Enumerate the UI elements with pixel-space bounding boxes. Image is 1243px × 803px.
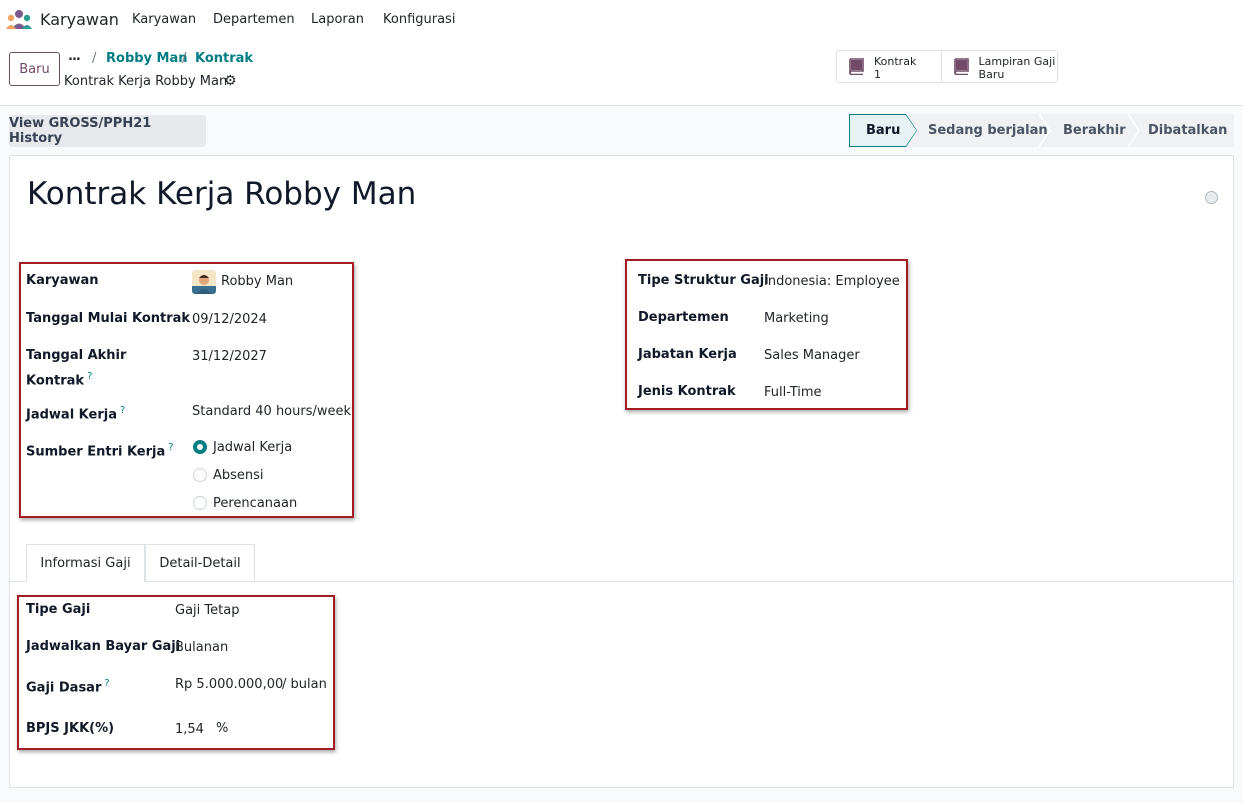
radio-label-perencanaan[interactable]: Perencanaan [213,493,297,514]
schedule-label: Jadwal Kerja? [26,405,126,423]
nav-item-laporan[interactable]: Laporan [311,12,364,27]
help-icon[interactable]: ? [87,371,92,382]
job-position-value[interactable]: Sales Manager [764,345,860,366]
bpjs-jkk-label: BPJS JKK(%) [26,721,115,736]
payslips-smart-button[interactable]: Lampiran Gaji Baru [940,51,1057,82]
start-date-value[interactable]: 09/12/2024 [192,309,267,330]
radio-label-jadwal-kerja[interactable]: Jadwal Kerja [213,437,292,458]
control-panel: Baru ... / Robby Man / Kontrak Kontrak K… [0,40,1243,106]
help-icon[interactable]: ? [120,405,125,416]
new-button[interactable]: Baru [9,52,60,86]
stage-sedang-berjalan[interactable]: Sedang berjalan [928,114,1048,147]
radio-perencanaan[interactable] [193,496,207,510]
job-position-label: Jabatan Kerja [638,347,737,362]
nav-item-departemen[interactable]: Departemen [213,12,295,27]
wage-type-label: Tipe Gaji [26,602,91,617]
breadcrumb-separator: / [182,51,187,66]
tab-detail-detail[interactable]: Detail-Detail [145,544,255,582]
smart-buttons: Kontrak 1 Lampiran Gaji Baru [836,50,1058,83]
top-navbar: Karyawan Karyawan Departemen Laporan Kon… [0,0,1243,40]
radio-jadwal-kerja[interactable] [193,440,207,454]
base-wage-label: Gaji Dasar? [26,678,110,696]
end-date-label-line1: Tanggal Akhir [26,348,127,363]
status-dot[interactable] [1205,191,1218,204]
breadcrumb-current: Kontrak Kerja Robby Man [64,74,228,89]
radio-absensi[interactable] [193,468,207,482]
form-sheet: Kontrak Kerja Robby Man Karyawan Robby M… [9,155,1234,788]
radio-label-absensi[interactable]: Absensi [213,465,264,486]
employee-value[interactable]: Robby Man [221,271,293,292]
contract-type-label: Jenis Kontrak [638,384,736,399]
status-bar: Baru Sedang berjalan Berakhir Dibatalkan [849,114,1234,147]
bpjs-jkk-unit: % [216,721,229,736]
smart-button-text: Lampiran Gaji Baru [978,55,1056,81]
breadcrumb-robby-man[interactable]: Robby Man [106,51,188,66]
base-wage-unit: / bulan [282,677,327,692]
employee-label: Karyawan [26,273,99,288]
help-icon[interactable]: ? [168,442,173,453]
tab-informasi-gaji[interactable]: Informasi Gaji [26,544,145,582]
end-date-label-line2: Kontrak? [26,371,93,389]
base-wage-value[interactable]: Rp 5.000.000,00 [175,674,283,695]
department-value[interactable]: Marketing [764,308,829,329]
gear-icon[interactable]: ⚙ [224,73,237,89]
department-label: Departemen [638,310,729,325]
breadcrumb-kontrak[interactable]: Kontrak [195,51,253,66]
view-history-button[interactable]: View GROSS/PPH21 History [9,115,206,147]
book-icon [849,58,864,75]
work-entry-source-label: Sumber Entri Kerja? [26,442,174,460]
bpjs-jkk-value[interactable]: 1,54 [175,719,204,740]
salary-structure-value[interactable]: Indonesia: Employee [764,271,900,292]
nav-item-konfigurasi[interactable]: Konfigurasi [383,12,455,27]
stage-baru[interactable]: Baru [866,114,900,147]
help-icon[interactable]: ? [104,678,109,689]
contract-title[interactable]: Kontrak Kerja Robby Man [27,176,416,212]
wage-type-value[interactable]: Gaji Tetap [175,600,239,621]
stage-dibatalkan[interactable]: Dibatalkan [1148,114,1227,147]
smart-button-text: Kontrak 1 [874,55,917,81]
stage-berakhir[interactable]: Berakhir [1063,114,1126,147]
contract-type-value[interactable]: Full-Time [764,382,822,403]
schedule-value[interactable]: Standard 40 hours/week [192,401,351,422]
salary-structure-label: Tipe Struktur Gaji [638,273,769,288]
book-icon [953,58,969,75]
breadcrumb-separator: / [92,51,97,66]
employee-avatar [192,270,216,294]
contracts-smart-button[interactable]: Kontrak 1 [837,51,941,82]
start-date-label: Tanggal Mulai Kontrak [26,311,191,326]
pay-schedule-value[interactable]: Bulanan [175,637,228,658]
nav-item-karyawan[interactable]: Karyawan [132,12,196,27]
breadcrumb-overflow[interactable]: ... [68,49,81,64]
pay-schedule-label: Jadwalkan Bayar Gaji [26,639,181,654]
app-name[interactable]: Karyawan [40,10,119,29]
end-date-value[interactable]: 31/12/2027 [192,346,267,367]
employees-app-icon[interactable] [6,9,32,29]
